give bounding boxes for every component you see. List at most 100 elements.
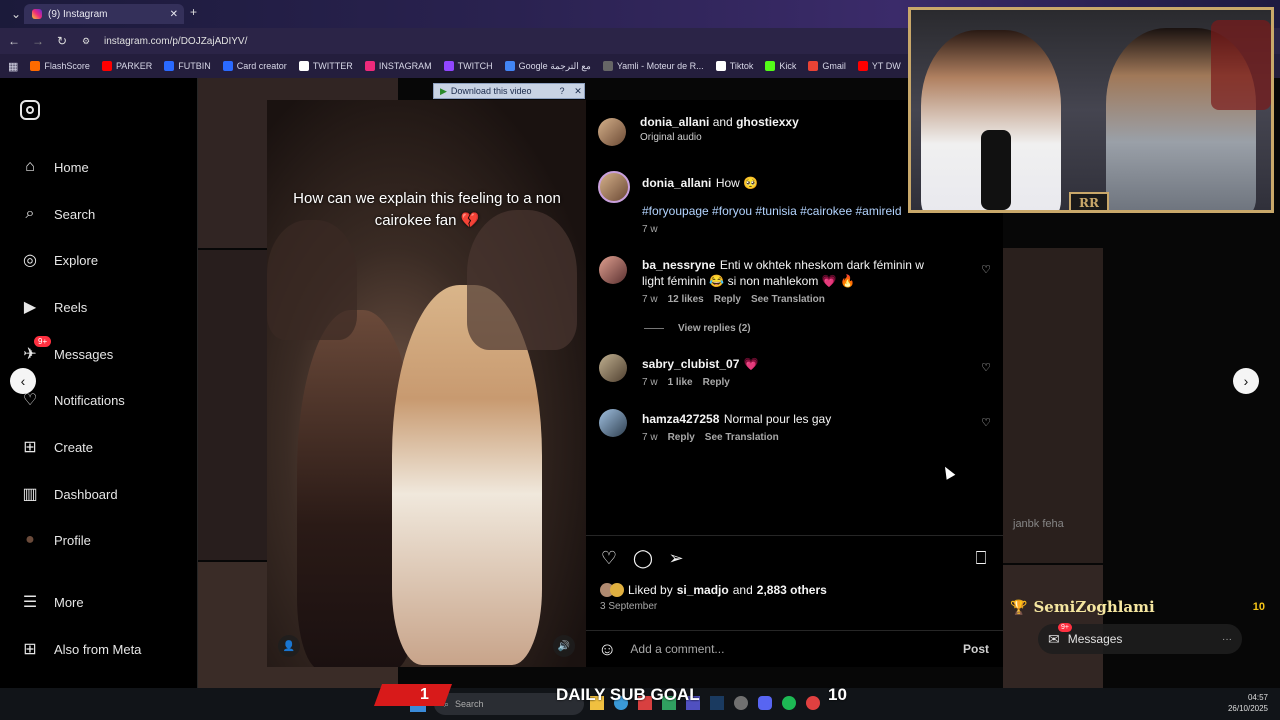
view-replies-button[interactable]: View replies (2) bbox=[644, 323, 751, 334]
caption-hashtags[interactable]: #foryoupage #foryou #tunisia #cairokee #… bbox=[642, 204, 902, 218]
sub-goal-label: DAILY SUB GOAL bbox=[556, 685, 700, 704]
more-icon[interactable]: ··· bbox=[1222, 634, 1232, 645]
bookmark-item[interactable]: Gmail bbox=[808, 61, 846, 71]
dashboard-icon: ▥ bbox=[22, 486, 38, 503]
bookmark-label: Tiktok bbox=[729, 61, 754, 71]
floating-messages-button[interactable]: ✉ 9+ Messages ··· bbox=[1038, 622, 1242, 654]
sidebar-also-from-meta[interactable]: ⊞ Also from Meta bbox=[20, 636, 190, 662]
emoji-icon[interactable]: ☺ bbox=[598, 639, 616, 660]
bookmark-item[interactable]: YT DW bbox=[857, 61, 901, 71]
channel-logo: RR bbox=[1069, 192, 1109, 210]
sidebar-item-search[interactable]: ⌕ Search bbox=[20, 201, 190, 227]
bookmark-item[interactable]: Tiktok bbox=[715, 61, 754, 71]
sidebar-item-label: Home bbox=[54, 159, 89, 175]
comment-icon[interactable]: ◯ bbox=[632, 547, 654, 569]
comment-likes[interactable]: 1 like bbox=[668, 377, 693, 388]
bookmark-item[interactable]: FlashScore bbox=[30, 61, 90, 71]
taskbar-clock[interactable]: 04:57 26/10/2025 bbox=[1228, 692, 1268, 714]
bookmark-item[interactable]: TWITTER bbox=[298, 61, 353, 71]
video-crowd bbox=[267, 220, 357, 340]
sidebar-item-label: Profile bbox=[54, 532, 91, 548]
sidebar-item-create[interactable]: ⊞ Create bbox=[20, 434, 190, 460]
tab-instagram[interactable]: (9) Instagram ✕ bbox=[24, 4, 184, 24]
liker-avatar bbox=[610, 583, 624, 597]
comment-username[interactable]: ba_nessryne bbox=[642, 258, 715, 272]
comment-username[interactable]: hamza427258 bbox=[642, 412, 719, 426]
caption-avatar[interactable] bbox=[598, 171, 630, 203]
comment-like-icon[interactable]: ♡ bbox=[980, 263, 992, 276]
tab-close-icon[interactable]: ✕ bbox=[170, 9, 178, 20]
reload-icon[interactable]: ↻ bbox=[52, 31, 72, 51]
new-tab-button[interactable]: + bbox=[190, 5, 197, 19]
clock-time: 04:57 bbox=[1247, 693, 1268, 702]
like-icon[interactable]: ♡ bbox=[598, 547, 620, 569]
bookmark-favicon-icon bbox=[857, 61, 868, 71]
sidebar-item-messages[interactable]: ✈ 9+ Messages bbox=[20, 336, 190, 367]
audio-link[interactable]: Original audio bbox=[640, 132, 702, 143]
comment-avatar[interactable] bbox=[599, 409, 627, 437]
site-info-icon[interactable]: ⚙ bbox=[76, 31, 96, 51]
next-post-button[interactable]: › bbox=[1233, 368, 1259, 394]
help-icon[interactable]: ? bbox=[556, 86, 568, 96]
comment-reply-button[interactable]: Reply bbox=[714, 294, 741, 305]
add-comment-bar: ☺ Add a comment... Post bbox=[586, 630, 1003, 667]
share-icon[interactable]: ➢ bbox=[665, 547, 687, 569]
back-icon[interactable]: ← bbox=[4, 31, 24, 51]
comment-meta: 7 w 12 likes Reply See Translation bbox=[642, 294, 825, 305]
previous-post-button[interactable]: ‹ bbox=[10, 368, 36, 394]
author-username[interactable]: donia_allani bbox=[640, 115, 709, 129]
bookmark-item[interactable]: Yamli - Moteur de R... bbox=[602, 61, 704, 71]
download-video-bar[interactable]: ▶ Download this video ? ✕ bbox=[433, 83, 585, 99]
sidebar-item-home[interactable]: ⌂ Home bbox=[20, 154, 190, 180]
sidebar-item-explore[interactable]: ◎ Explore bbox=[20, 247, 190, 273]
volume-icon[interactable]: 🔊 bbox=[553, 635, 575, 657]
sidebar-item-label: Notifications bbox=[54, 392, 125, 408]
comment-reply-button[interactable]: Reply bbox=[703, 377, 730, 388]
bookmark-label: INSTAGRAM bbox=[378, 61, 432, 71]
comment-username[interactable]: sabry_clubist_07 bbox=[642, 357, 739, 371]
save-icon[interactable]: ⎕ bbox=[970, 547, 992, 569]
bookmark-item[interactable]: FUTBIN bbox=[164, 61, 211, 71]
url-field[interactable]: instagram.com/p/DOJZajADIYV/ bbox=[104, 36, 247, 47]
bookmark-item[interactable]: Google مع الترجمة bbox=[504, 61, 591, 72]
bookmark-item[interactable]: Card creator bbox=[222, 61, 287, 71]
liked-by-user[interactable]: si_madjo bbox=[677, 583, 729, 597]
author-avatar[interactable] bbox=[598, 118, 626, 146]
sidebar-item-dashboard[interactable]: ▥ Dashboard bbox=[20, 481, 190, 507]
bookmark-label: FUTBIN bbox=[178, 61, 211, 71]
sidebar-item-reels[interactable]: ▶ Reels bbox=[20, 294, 190, 320]
sidebar-item-notifications[interactable]: ♡ Notifications bbox=[20, 387, 190, 413]
post-comment-button[interactable]: Post bbox=[963, 642, 989, 656]
instagram-logo-icon[interactable] bbox=[20, 100, 40, 120]
tab-title: (9) Instagram bbox=[48, 8, 108, 20]
comment-avatar[interactable] bbox=[599, 354, 627, 382]
comment-reply-button[interactable]: Reply bbox=[668, 432, 695, 443]
download-bar-close-icon[interactable]: ✕ bbox=[572, 86, 584, 97]
bookmark-item[interactable]: Kick bbox=[765, 61, 796, 71]
caption-username[interactable]: donia_allani bbox=[642, 176, 711, 190]
liked-by-others[interactable]: 2,883 others bbox=[757, 583, 827, 597]
comment-like-icon[interactable]: ♡ bbox=[980, 361, 992, 374]
see-translation-button[interactable]: See Translation bbox=[705, 432, 779, 443]
apps-grid-icon[interactable]: ▦ bbox=[8, 60, 18, 73]
comment-like-icon[interactable]: ♡ bbox=[980, 416, 992, 429]
bookmark-item[interactable]: INSTAGRAM bbox=[364, 61, 432, 71]
comment-age: 7 w bbox=[642, 432, 658, 443]
post-video[interactable]: How can we explain this feeling to a non… bbox=[267, 100, 586, 667]
bookmark-label: FlashScore bbox=[44, 61, 90, 71]
coauthor-username[interactable]: ghostiexxy bbox=[736, 115, 799, 129]
comment-avatar[interactable] bbox=[599, 256, 627, 284]
comment-input[interactable]: Add a comment... bbox=[630, 642, 724, 656]
forward-icon[interactable]: → bbox=[28, 31, 48, 51]
see-translation-button[interactable]: See Translation bbox=[751, 294, 825, 305]
meta-grid-icon: ⊞ bbox=[23, 641, 37, 658]
sidebar-item-profile[interactable]: ● Profile bbox=[20, 527, 190, 553]
bookmark-favicon-icon bbox=[164, 61, 175, 71]
bookmark-item[interactable]: TWITCH bbox=[443, 61, 493, 71]
tagged-users-icon[interactable]: 👤 bbox=[278, 635, 300, 657]
sidebar-more[interactable]: ☰ More bbox=[20, 589, 190, 615]
tab-list-icon[interactable]: ⌄ bbox=[6, 4, 26, 24]
comment-likes[interactable]: 12 likes bbox=[668, 294, 704, 305]
bookmark-item[interactable]: PARKER bbox=[101, 61, 152, 71]
search-icon: ⌕ bbox=[25, 205, 35, 222]
